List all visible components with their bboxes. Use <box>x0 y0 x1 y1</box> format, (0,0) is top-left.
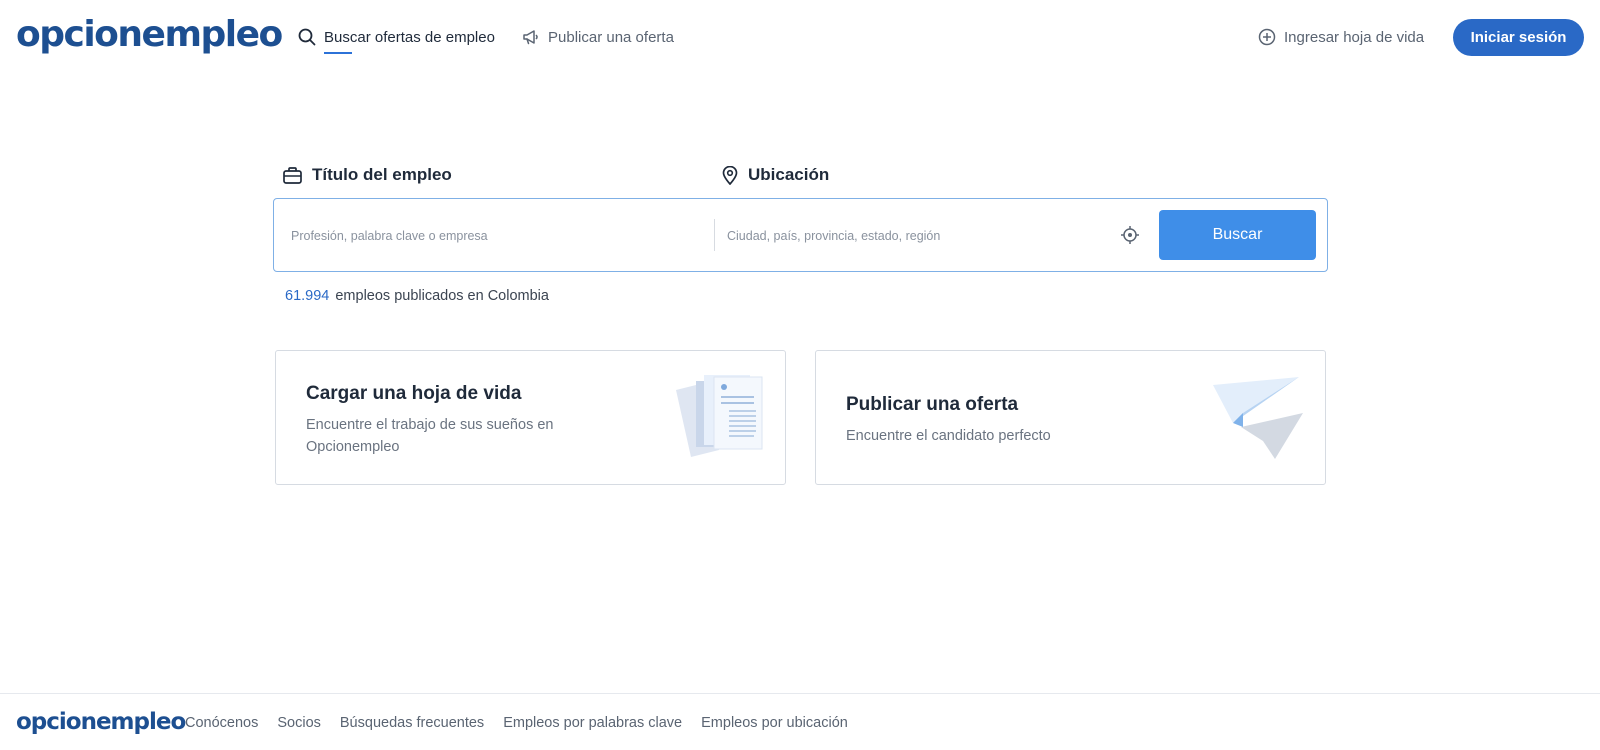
footer-link-frequent-searches[interactable]: Búsquedas frecuentes <box>340 715 484 731</box>
nav-publish-offer-label: Publicar una oferta <box>548 28 674 46</box>
nav-search-jobs-text: Buscar ofertas de empleo <box>324 28 495 46</box>
location-label-text: Ubicación <box>748 165 830 184</box>
search-icon <box>298 28 316 46</box>
job-count-text: empleos publicados en Colombia <box>335 288 549 304</box>
upload-cv-card-description: Encuentre el trabajo de sus sueños en Op… <box>306 417 554 455</box>
nav-upload-cv[interactable]: Ingresar hoja de vida <box>1258 28 1424 46</box>
job-title-label: Título del empleo <box>283 165 452 185</box>
upload-cv-card-title: Cargar una hoja de vida <box>306 383 522 404</box>
nav-search-jobs-label: Buscar ofertas de empleo <box>324 28 495 54</box>
documents-illustration <box>676 375 763 457</box>
upload-cv-card[interactable]: Cargar una hoja de vida Encuentre el tra… <box>275 350 786 485</box>
nav-publish-offer[interactable]: Publicar una oferta <box>522 28 674 46</box>
job-title-label-text: Título del empleo <box>312 165 452 184</box>
search-button[interactable]: Buscar <box>1159 210 1316 260</box>
location-search-input[interactable] <box>727 216 1087 256</box>
job-count-line: 61.994 empleos publicados en Colombia <box>285 288 549 304</box>
footer: opcionempleo Conócenos Socios Búsquedas … <box>0 693 1600 750</box>
briefcase-icon <box>283 166 302 184</box>
location-pin-icon <box>722 165 738 185</box>
login-button[interactable]: Iniciar sesión <box>1453 19 1584 56</box>
footer-link-jobs-by-keyword[interactable]: Empleos por palabras clave <box>503 715 682 731</box>
footer-link-jobs-by-location[interactable]: Empleos por ubicación <box>701 715 848 731</box>
footer-link-partners[interactable]: Socios <box>277 715 321 731</box>
header: opcionempleo Buscar ofertas de empleo Pu… <box>0 0 1600 78</box>
publish-offer-card-description: Encuentre el candidato perfecto <box>846 428 1051 444</box>
job-count-number: 61.994 <box>285 288 330 304</box>
footer-link-about[interactable]: Conócenos <box>185 715 258 731</box>
logo[interactable]: opcionempleo <box>16 14 283 55</box>
publish-offer-card[interactable]: Publicar una oferta Encuentre el candida… <box>815 350 1326 485</box>
location-label: Ubicación <box>722 165 829 185</box>
crosshair-icon[interactable] <box>1120 225 1140 245</box>
search-divider <box>714 219 715 251</box>
footer-links: Conócenos Socios Búsquedas frecuentes Em… <box>185 715 848 731</box>
megaphone-icon <box>523 30 538 45</box>
job-search-input[interactable] <box>291 216 691 256</box>
paper-plane-illustration <box>1213 377 1303 459</box>
nav-search-jobs[interactable]: Buscar ofertas de empleo <box>298 28 495 54</box>
plus-circle-icon <box>1258 28 1276 46</box>
publish-offer-card-title: Publicar una oferta <box>846 394 1019 415</box>
search-box: Buscar <box>273 198 1328 272</box>
footer-logo[interactable]: opcionempleo <box>16 709 186 735</box>
nav-upload-cv-label: Ingresar hoja de vida <box>1284 28 1425 46</box>
active-underline <box>324 51 352 54</box>
